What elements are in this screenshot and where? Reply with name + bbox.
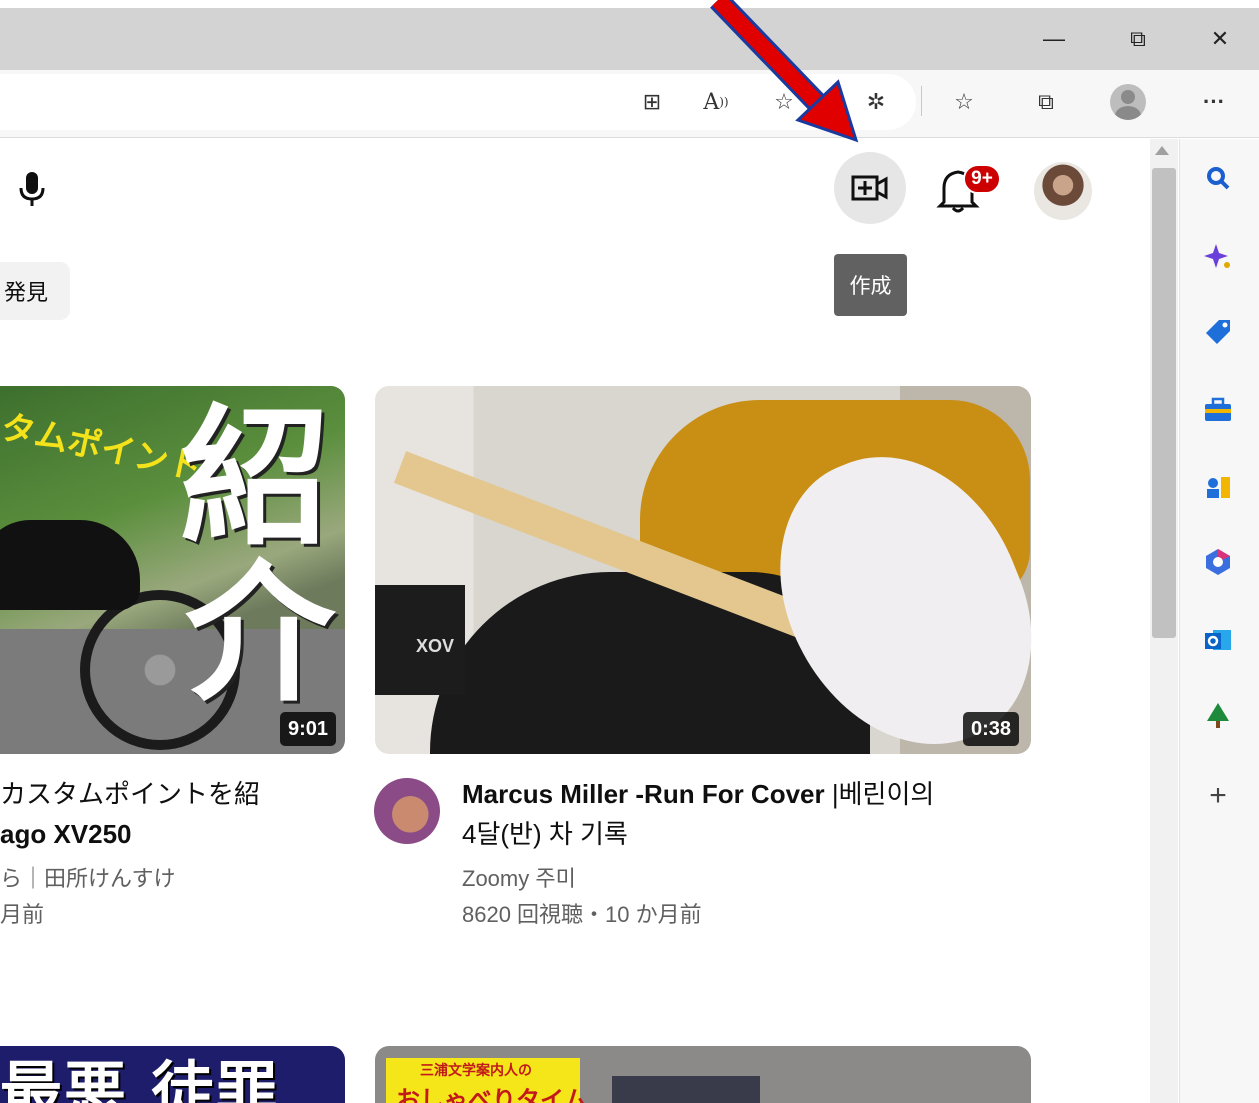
account-avatar[interactable] [1034, 162, 1092, 220]
tools-icon[interactable] [1200, 392, 1236, 428]
toolbar-separator [921, 86, 922, 116]
minimize-button[interactable]: — [1024, 8, 1084, 70]
shopping-icon[interactable] [1200, 314, 1236, 350]
notification-badge: 9+ [963, 164, 1001, 194]
add-favorite-icon[interactable]: ☆ [764, 80, 804, 124]
outlook-icon[interactable] [1200, 622, 1236, 658]
more-icon[interactable]: ··· [1194, 80, 1234, 124]
copilot-icon[interactable] [1200, 238, 1236, 274]
video-duration-1: 9:01 [280, 712, 337, 746]
thumbnail-4-dark-shape [612, 1076, 760, 1103]
chip-discover[interactable]: 発見 [0, 262, 70, 320]
video-duration-2: 0:38 [963, 712, 1020, 746]
tree-icon[interactable] [1200, 698, 1236, 734]
edge-sidebar [1179, 139, 1259, 1103]
amp-label: XOV [416, 636, 455, 656]
video-title-1-line2: ago XV250 [0, 819, 132, 849]
read-aloud-glyph: A [703, 89, 720, 115]
video-title-2[interactable]: Marcus Miller -Run For Cover |베린이의 4달(반)… [462, 774, 934, 854]
create-button[interactable] [834, 152, 906, 224]
bike-body [0, 520, 140, 610]
video-channel-2[interactable]: Zoomy 주미 [462, 862, 576, 896]
profile-icon[interactable] [1108, 80, 1148, 124]
video-title-2-part-b: |베린이의 [824, 779, 935, 809]
extensions-icon[interactable]: ✲ [856, 80, 896, 124]
microphone-icon[interactable] [12, 166, 52, 210]
thumbnail-big-text-1: 紹 [180, 392, 331, 566]
video-meta-2: 8620 回視聴・10 か月前 [462, 902, 702, 927]
thumbnail-big-text-2: 介 [185, 548, 336, 722]
favorites-icon[interactable]: ☆ [944, 80, 984, 124]
read-aloud-icon[interactable]: A)) [696, 80, 736, 124]
create-tooltip: 作成 [834, 254, 907, 316]
sticker-line-1: 三浦文学案内人の [420, 1062, 532, 1078]
video-add-icon [851, 175, 888, 201]
video-channel-1[interactable]: ら｜田所けんすけ [0, 862, 176, 896]
video-title-1[interactable]: カスタムポイントを紹 ago XV250 [0, 774, 260, 854]
video-title-2-line2: 4달(반) 차 기록 [462, 819, 628, 849]
sticker-line-2: おしゃべりタイム [396, 1087, 588, 1103]
channel-avatar-2[interactable] [374, 778, 440, 844]
profile-avatar [1110, 84, 1146, 120]
scrollbar-thumb[interactable] [1152, 168, 1176, 638]
search-icon[interactable] [1200, 160, 1236, 196]
add-icon[interactable]: + [1200, 778, 1236, 814]
thumbnail-3-text: 最悪 徒罪 [0, 1054, 280, 1103]
video-title-1-line1: カスタムポイントを紹 [0, 779, 261, 809]
close-window-button[interactable]: ✕ [1190, 8, 1250, 70]
games-icon[interactable] [1200, 468, 1236, 504]
video-meta-1: 月前 [0, 902, 45, 927]
scroll-up-arrow-icon[interactable] [1155, 146, 1169, 155]
split-screen-icon[interactable]: ⊞ [632, 80, 672, 124]
video-title-2-part-a: Marcus Miller -Run For Cover [462, 779, 825, 809]
restore-button[interactable]: ⧉ [1108, 8, 1168, 70]
microsoft365-icon[interactable] [1200, 544, 1236, 580]
window-top-edge [0, 0, 1259, 8]
collections-icon[interactable]: ⧉ [1026, 80, 1066, 124]
